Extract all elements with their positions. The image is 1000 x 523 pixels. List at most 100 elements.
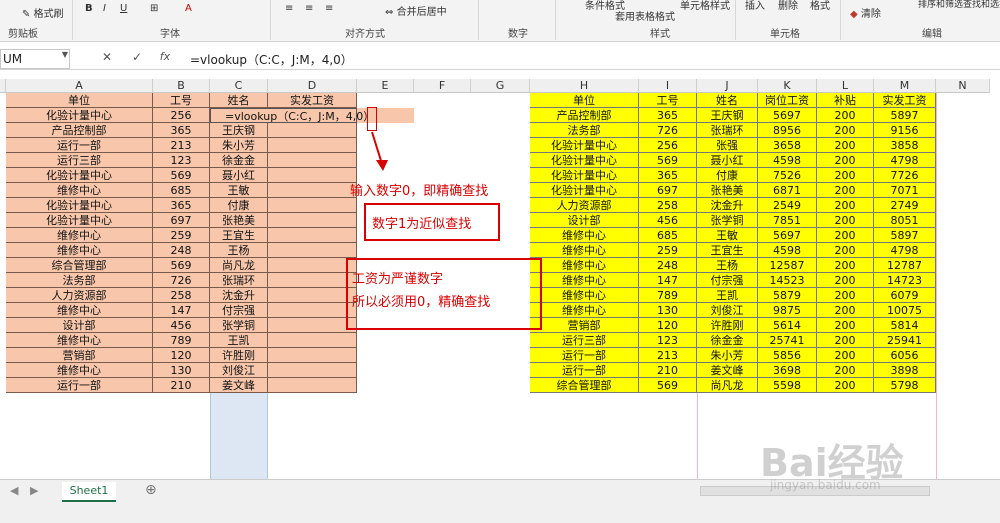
left-table-cell[interactable]: 256	[153, 108, 210, 123]
left-table-cell[interactable]: 213	[153, 138, 210, 153]
column-header-f[interactable]: F	[414, 79, 471, 93]
right-table-cell[interactable]: 运行一部	[530, 348, 639, 363]
left-table-cell[interactable]: 化验计量中心	[6, 198, 153, 213]
right-table-cell[interactable]: 200	[817, 168, 874, 183]
right-table-cell[interactable]: 200	[817, 123, 874, 138]
right-table-cell[interactable]: 王凯	[697, 288, 758, 303]
right-table-cell[interactable]: 化验计量中心	[530, 153, 639, 168]
right-header-cell[interactable]: 单位	[530, 93, 639, 108]
right-table-cell[interactable]: 12787	[874, 258, 936, 273]
right-table-cell[interactable]: 化验计量中心	[530, 138, 639, 153]
left-table-cell[interactable]: 运行三部	[6, 153, 153, 168]
left-table-cell[interactable]: 化验计量中心	[6, 168, 153, 183]
right-table-cell[interactable]: 213	[639, 348, 697, 363]
left-table-cell[interactable]: 营销部	[6, 348, 153, 363]
table-format-button[interactable]: 套用表格格式	[615, 8, 675, 23]
right-table-cell[interactable]: 210	[639, 363, 697, 378]
left-table-cell[interactable]: 付宗强	[210, 303, 268, 318]
left-table-cell[interactable]	[268, 213, 357, 228]
right-table-cell[interactable]: 维修中心	[530, 243, 639, 258]
column-header-j[interactable]: J	[697, 79, 758, 93]
right-table-cell[interactable]: 7726	[874, 168, 936, 183]
right-table-cell[interactable]: 200	[817, 288, 874, 303]
right-table-cell[interactable]: 200	[817, 153, 874, 168]
right-table-cell[interactable]: 王庆钢	[697, 108, 758, 123]
right-table-cell[interactable]: 维修中心	[530, 258, 639, 273]
left-table-cell[interactable]: 运行一部	[6, 138, 153, 153]
right-table-cell[interactable]: 沈金升	[697, 198, 758, 213]
chevron-down-icon[interactable]: ▼	[56, 50, 74, 59]
right-table-cell[interactable]: 200	[817, 273, 874, 288]
left-table-cell[interactable]	[268, 318, 357, 333]
left-table-cell[interactable]: 456	[153, 318, 210, 333]
left-table-cell[interactable]: 维修中心	[6, 363, 153, 378]
italic-button[interactable]: I	[103, 3, 106, 14]
right-table-cell[interactable]: 2749	[874, 198, 936, 213]
right-table-cell[interactable]: 200	[817, 348, 874, 363]
prev-sheet-icon[interactable]: ◀	[10, 484, 18, 497]
right-table-cell[interactable]: 维修中心	[530, 228, 639, 243]
left-table-cell[interactable]: 王敏	[210, 183, 268, 198]
right-table-cell[interactable]: 200	[817, 138, 874, 153]
right-table-cell[interactable]: 259	[639, 243, 697, 258]
right-table-cell[interactable]: 张艳美	[697, 183, 758, 198]
right-header-cell[interactable]: 姓名	[697, 93, 758, 108]
left-table-cell[interactable]	[268, 363, 357, 378]
left-table-cell[interactable]: 王凯	[210, 333, 268, 348]
right-table-cell[interactable]: 王宜生	[697, 243, 758, 258]
right-table-cell[interactable]: 200	[817, 303, 874, 318]
right-table-cell[interactable]: 365	[639, 168, 697, 183]
right-table-cell[interactable]: 运行一部	[530, 363, 639, 378]
right-table-cell[interactable]: 3858	[874, 138, 936, 153]
left-table-cell[interactable]	[268, 333, 357, 348]
left-table-cell[interactable]: 259	[153, 228, 210, 243]
right-table-cell[interactable]: 256	[639, 138, 697, 153]
column-header-i[interactable]: I	[639, 79, 697, 93]
right-table-cell[interactable]: 569	[639, 378, 697, 393]
left-table-cell[interactable]: 维修中心	[6, 228, 153, 243]
left-table-cell[interactable]: 维修中心	[6, 303, 153, 318]
right-table-cell[interactable]: 5814	[874, 318, 936, 333]
left-table-cell[interactable]: 697	[153, 213, 210, 228]
left-table-cell[interactable]: 姜文峰	[210, 378, 268, 393]
right-table-cell[interactable]: 14523	[758, 273, 817, 288]
left-table-cell[interactable]: 569	[153, 168, 210, 183]
left-header-cell[interactable]: 工号	[153, 93, 210, 108]
left-table-cell[interactable]: 120	[153, 348, 210, 363]
left-table-cell[interactable]	[268, 168, 357, 183]
left-table-cell[interactable]: 运行一部	[6, 378, 153, 393]
left-table-cell[interactable]: 朱小芳	[210, 138, 268, 153]
left-table-cell[interactable]: 尚凡龙	[210, 258, 268, 273]
left-table-cell[interactable]: 248	[153, 243, 210, 258]
left-header-cell[interactable]: 单位	[6, 93, 153, 108]
left-table-cell[interactable]	[268, 243, 357, 258]
right-table-cell[interactable]: 9875	[758, 303, 817, 318]
align-left-button[interactable]: ≡	[285, 3, 293, 14]
right-table-cell[interactable]: 4598	[758, 153, 817, 168]
right-header-cell[interactable]: 工号	[639, 93, 697, 108]
merge-center-button[interactable]: ⇔ 合并后居中	[385, 3, 447, 18]
right-header-cell[interactable]: 岗位工资	[758, 93, 817, 108]
right-table-cell[interactable]: 设计部	[530, 213, 639, 228]
editing-formula-cell[interactable]: =vlookup（C:C，J:M，4,0）	[210, 108, 374, 123]
right-table-cell[interactable]: 8956	[758, 123, 817, 138]
left-table-cell[interactable]: 付康	[210, 198, 268, 213]
right-table-cell[interactable]: 姜文峰	[697, 363, 758, 378]
right-table-cell[interactable]: 营销部	[530, 318, 639, 333]
align-center-button[interactable]: ≡	[305, 3, 313, 14]
column-header-n[interactable]: N	[936, 79, 990, 93]
right-table-cell[interactable]: 200	[817, 333, 874, 348]
right-table-cell[interactable]: 王敏	[697, 228, 758, 243]
right-table-cell[interactable]: 7526	[758, 168, 817, 183]
insert-button[interactable]: 插入	[745, 0, 765, 12]
left-table-cell[interactable]: 210	[153, 378, 210, 393]
right-table-cell[interactable]: 化验计量中心	[530, 183, 639, 198]
left-table-cell[interactable]	[268, 123, 357, 138]
right-table-cell[interactable]: 6871	[758, 183, 817, 198]
column-header-g[interactable]: G	[471, 79, 530, 93]
column-header-a[interactable]: A	[6, 79, 153, 93]
right-table-cell[interactable]: 200	[817, 228, 874, 243]
font-color-button[interactable]: A	[185, 3, 192, 14]
column-header-m[interactable]: M	[874, 79, 936, 93]
right-table-cell[interactable]: 200	[817, 258, 874, 273]
